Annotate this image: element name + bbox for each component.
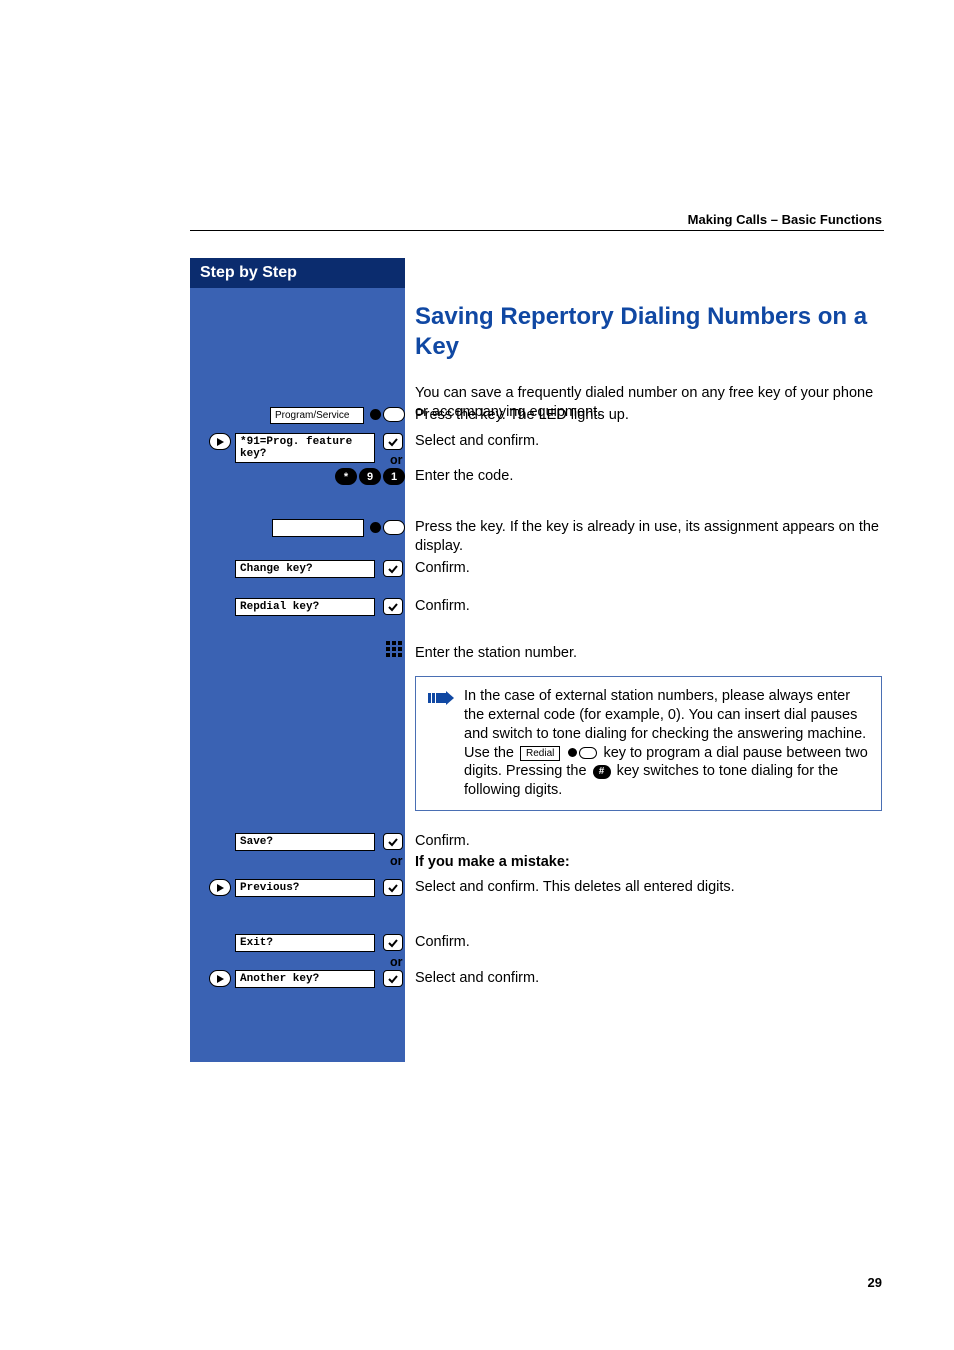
press-led-text: Press the key. The LED lights up. [415,406,629,425]
select-confirm-text: Select and confirm. [415,432,539,451]
one-key-icon: 1 [383,468,405,485]
content-area: Saving Repertory Dialing Numbers on a Ke… [415,258,882,422]
led-key-icon [370,407,405,422]
exit-prompt: Exit? [235,934,375,952]
key-button-icon [383,520,405,535]
page-title: Saving Repertory Dialing Numbers on a Ke… [415,302,882,362]
or-label: or [390,955,403,969]
confirm-button[interactable] [383,970,403,987]
or-label: or [390,854,403,868]
another-key-prompt: Another key? [235,970,375,988]
repdial-key-prompt: Repdial key? [235,598,375,616]
inline-led-key-icon [568,747,597,759]
pound-key-icon: # [593,765,611,779]
code-key-sequence: * 9 1 [335,468,405,485]
or-label: or [390,453,403,467]
mistake-heading: If you make a mistake: [415,853,570,872]
select-confirm-delete-text: Select and confirm. This deletes all ent… [415,878,882,897]
page-number: 29 [868,1275,882,1290]
key-button-icon [579,747,597,759]
note-body: In the case of external station numbers,… [464,687,871,800]
note-box: In the case of external station numbers,… [415,676,882,811]
note-icon [428,687,454,800]
select-confirm-text-2: Select and confirm. [415,969,539,988]
note-text-1: In the case of external station numbers,… [464,688,866,742]
program-service-label: Program/Service [270,407,364,424]
nine-key-icon: 9 [359,468,381,485]
enter-station-text: Enter the station number. [415,644,577,663]
redial-inline-label: Redial [520,746,560,761]
sidebar-title: Step by Step [190,258,405,288]
confirm-button[interactable] [383,934,403,951]
enter-code-text: Enter the code. [415,467,513,486]
nav-arrow-icon [209,970,231,987]
confirm-text-2: Confirm. [415,597,470,616]
led-dot-icon [568,748,577,757]
page: Making Calls – Basic Functions Step by S… [0,0,954,1350]
led-dot-icon [370,522,381,533]
nav-arrow-icon [209,879,231,896]
led-key-icon-2 [370,520,405,535]
nav-arrow-icon [209,433,231,450]
save-prompt: Save? [235,833,375,851]
press-key-inuse-text: Press the key. If the key is already in … [415,518,882,556]
header-divider [190,230,884,231]
confirm-text-4: Confirm. [415,933,470,952]
confirm-text-1: Confirm. [415,559,470,578]
confirm-button[interactable] [383,560,403,577]
confirm-button[interactable] [383,879,403,896]
blank-key-icon [272,519,364,537]
led-dot-icon [370,409,381,420]
confirm-button[interactable] [383,433,403,450]
keypad-icon [385,640,403,663]
confirm-button[interactable] [383,833,403,850]
key-button-icon [383,407,405,422]
previous-prompt: Previous? [235,879,375,897]
breadcrumb: Making Calls – Basic Functions [688,212,882,227]
change-key-prompt: Change key? [235,560,375,578]
prog-feature-prompt: *91=Prog. feature key? [235,433,375,463]
confirm-button[interactable] [383,598,403,615]
confirm-text-3: Confirm. [415,832,470,851]
star-key-icon: * [335,468,357,485]
note-text-2a: Use the [464,745,514,761]
